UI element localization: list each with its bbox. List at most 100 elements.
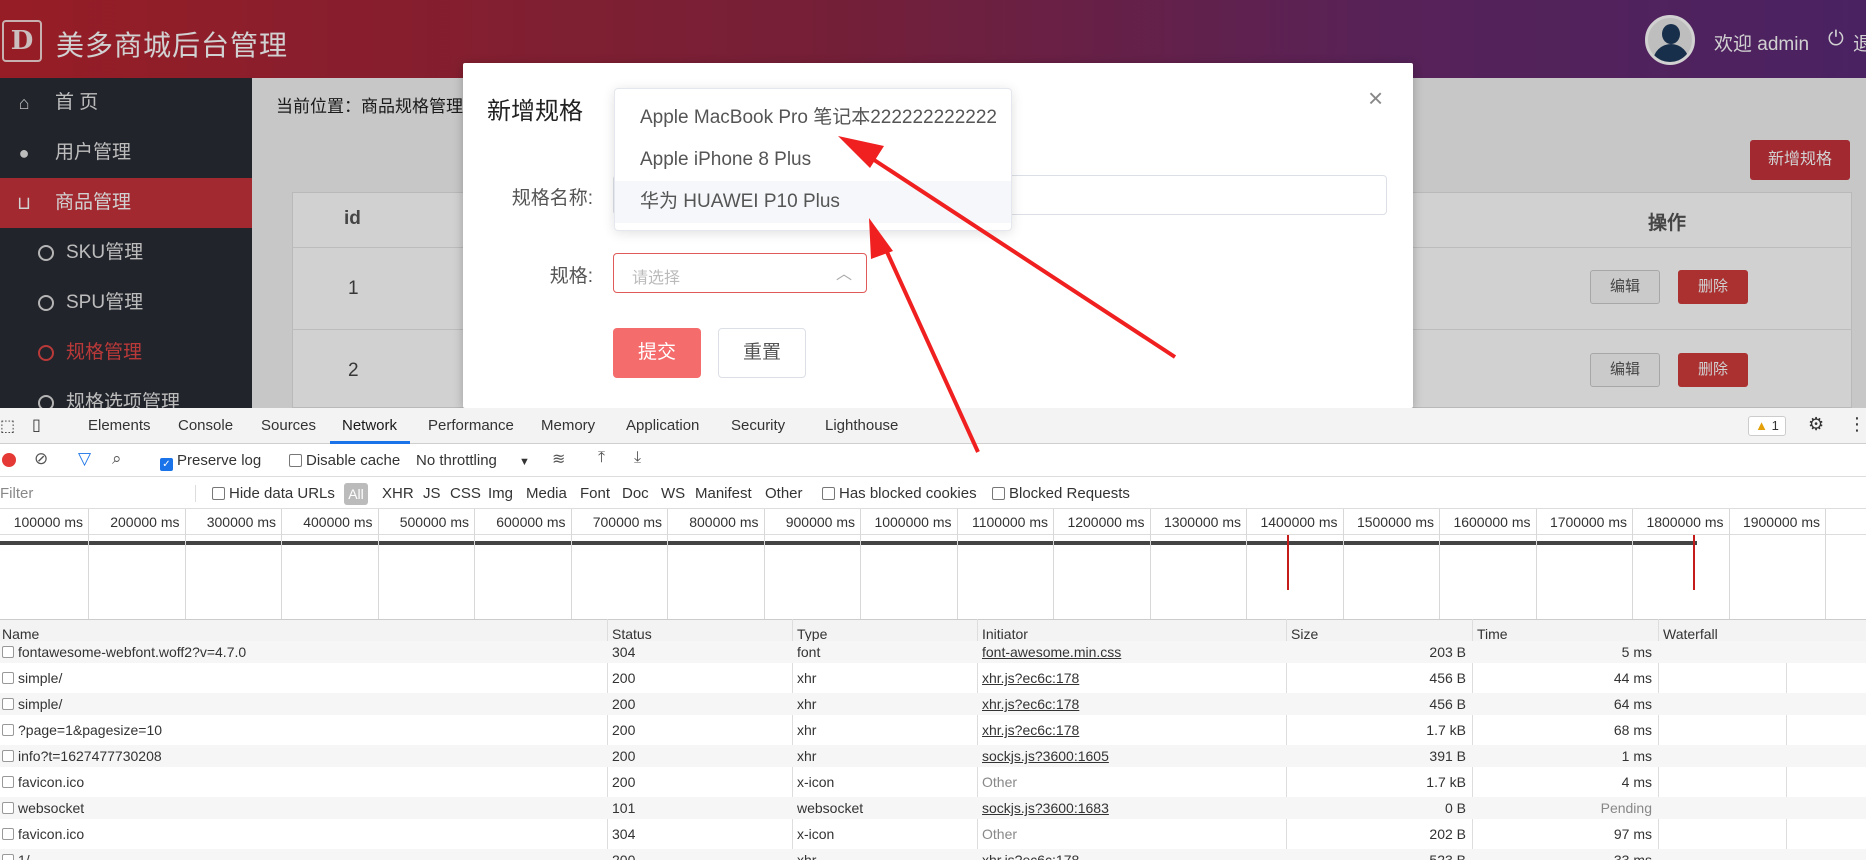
column-header-type[interactable]: Type <box>797 626 827 642</box>
filter-js[interactable]: JS <box>423 485 441 502</box>
file-icon <box>2 672 14 684</box>
network-request-row[interactable]: websocket 101 websocket sockjs.js?3600:1683… <box>0 797 1866 819</box>
tab-security[interactable]: Security <box>731 417 785 434</box>
filter-xhr[interactable]: XHR <box>382 485 414 502</box>
request-size: 523 B <box>1429 852 1466 860</box>
timeline-gridline <box>1632 509 1633 619</box>
preserve-log-checkbox[interactable]: ✓ Preserve log <box>160 452 261 471</box>
request-initiator[interactable]: sockjs.js?3600:1605 <box>982 745 1109 767</box>
column-header-time[interactable]: Time <box>1477 626 1508 642</box>
download-icon[interactable]: ⤓ <box>634 449 641 467</box>
timeline-overview <box>0 535 1866 619</box>
request-size: 203 B <box>1429 644 1466 660</box>
timeline-gridline <box>667 509 668 619</box>
spec-select[interactable]: 请选择 ︿ <box>613 253 867 293</box>
filter-manifest[interactable]: Manifest <box>695 485 752 502</box>
network-request-row[interactable]: ?page=1&pagesize=10 200 xhr xhr.js?ec6c:178… <box>0 719 1866 741</box>
clear-icon[interactable]: ⊘ <box>34 449 48 469</box>
gear-icon[interactable]: ⚙ <box>1808 414 1824 435</box>
request-initiator[interactable]: xhr.js?ec6c:178 <box>982 693 1079 715</box>
load-event-marker <box>1693 535 1695 590</box>
throttling-select[interactable]: No throttling ▼ <box>416 452 530 469</box>
inspect-icon[interactable]: ⬚ <box>0 416 15 436</box>
tab-memory[interactable]: Memory <box>541 417 595 434</box>
filter-icon[interactable]: ▽ <box>78 449 91 469</box>
request-initiator[interactable]: xhr.js?ec6c:178 <box>982 719 1079 741</box>
submit-button[interactable]: 提交 <box>613 328 701 378</box>
request-type: websocket <box>797 800 864 816</box>
column-header-initiator[interactable]: Initiator <box>982 626 1028 642</box>
disable-cache-checkbox[interactable]: Disable cache <box>289 452 400 469</box>
tab-lighthouse[interactable]: Lighthouse <box>825 417 898 434</box>
column-header-waterfall[interactable]: Waterfall <box>1663 626 1718 642</box>
request-initiator[interactable]: xhr.js?ec6c:178 <box>982 667 1079 689</box>
upload-icon[interactable]: ⤒ <box>598 449 605 467</box>
column-header-status[interactable]: Status <box>612 626 652 642</box>
request-size: 391 B <box>1429 748 1466 764</box>
filter-input[interactable]: Filter <box>0 485 196 502</box>
request-time: 1 ms <box>1621 748 1652 764</box>
close-icon[interactable]: × <box>1368 83 1383 114</box>
wifi-settings-icon[interactable]: ≋ <box>552 449 565 469</box>
timeline-tick-label: 600000 ms <box>496 514 566 530</box>
network-request-row[interactable]: favicon.ico 304 x-icon Other 202 B 97 ms <box>0 823 1866 845</box>
network-request-row[interactable]: info?t=1627477730208 200 xhr sockjs.js?3600… <box>0 745 1866 767</box>
timeline-tick-label: 1400000 ms <box>1260 514 1338 530</box>
tab-performance[interactable]: Performance <box>428 417 514 434</box>
network-request-row[interactable]: simple/200 xhr xhr.js?ec6c:178 456 B 64 ms <box>0 693 1866 715</box>
timeline-tick-label: 1100000 ms <box>971 514 1048 530</box>
request-initiator[interactable]: sockjs.js?3600:1683 <box>982 797 1109 819</box>
request-size: 1.7 kB <box>1426 722 1466 738</box>
network-request-row[interactable]: favicon.ico 200 x-icon Other 1.7 kB 4 ms <box>0 771 1866 793</box>
column-header-size[interactable]: Size <box>1291 626 1318 642</box>
device-toggle-icon[interactable]: ▯ <box>32 415 41 435</box>
filter-other[interactable]: Other <box>765 485 803 502</box>
request-type: x-icon <box>797 826 835 842</box>
file-icon <box>2 776 14 788</box>
search-icon[interactable]: ⌕ <box>112 449 122 469</box>
more-menu-icon[interactable]: ⋮ <box>1848 414 1866 435</box>
request-initiator[interactable]: font-awesome.min.css <box>982 641 1121 663</box>
filter-img[interactable]: Img <box>488 485 513 502</box>
filter-font[interactable]: Font <box>580 485 610 502</box>
warning-badge[interactable]: ▲ 1 <box>1748 416 1786 436</box>
filter-doc[interactable]: Doc <box>622 485 649 502</box>
dropdown-option[interactable]: Apple iPhone 8 Plus <box>615 139 1011 181</box>
filter-media[interactable]: Media <box>526 485 567 502</box>
hide-data-urls-checkbox[interactable]: Hide data URLs <box>212 485 335 502</box>
load-event-marker <box>1287 535 1289 590</box>
tab-sources[interactable]: Sources <box>261 417 316 434</box>
record-icon[interactable] <box>2 453 16 467</box>
filter-all[interactable]: All <box>344 483 368 505</box>
has-blocked-cookies-checkbox[interactable]: Has blocked cookies <box>822 485 977 502</box>
request-name: simple/ <box>18 670 63 686</box>
network-request-row[interactable]: 1/200 xhr xhr.js?ec6c:178 523 B 33 ms <box>0 849 1866 860</box>
timeline-tick-label: 1600000 ms <box>1453 514 1531 530</box>
column-header-name[interactable]: Name <box>2 626 39 642</box>
network-request-row[interactable]: fontawesome-webfont.woff2?v=4.7.0 304 font… <box>0 641 1866 663</box>
blocked-requests-checkbox[interactable]: Blocked Requests <box>992 485 1130 502</box>
tab-application[interactable]: Application <box>626 417 699 434</box>
network-request-row[interactable]: simple/200 xhr xhr.js?ec6c:178 456 B 44 ms <box>0 667 1866 689</box>
dropdown-option[interactable]: Apple MacBook Pro 笔记本222222222222 <box>615 97 1011 139</box>
spec-name-label: 规格名称: <box>511 188 593 209</box>
devtools-tabbar: ⬚ ▯ Elements Console Sources Network Per… <box>0 408 1866 444</box>
timeline-tick-label: 800000 ms <box>689 514 759 530</box>
timeline-gridline <box>1728 509 1730 619</box>
tab-elements[interactable]: Elements <box>88 417 151 434</box>
dropdown-option[interactable]: 华为 HUAWEI P10 Plus <box>615 181 1011 223</box>
filter-ws[interactable]: WS <box>661 485 685 502</box>
timeline-gridline <box>763 509 765 619</box>
tab-console[interactable]: Console <box>178 417 233 434</box>
request-name: 1/ <box>18 852 30 860</box>
request-initiator[interactable]: xhr.js?ec6c:178 <box>982 849 1079 860</box>
filter-css[interactable]: CSS <box>450 485 481 502</box>
request-time: 4 ms <box>1621 774 1652 790</box>
request-time: 44 ms <box>1613 670 1652 686</box>
reset-button[interactable]: 重置 <box>718 328 806 378</box>
request-status: 200 <box>612 852 636 860</box>
timeline-tick-label: 1300000 ms <box>1163 514 1241 530</box>
tab-network[interactable]: Network <box>342 417 397 434</box>
request-size: 456 B <box>1429 696 1466 712</box>
spec-select-placeholder: 请选择 <box>632 270 681 287</box>
